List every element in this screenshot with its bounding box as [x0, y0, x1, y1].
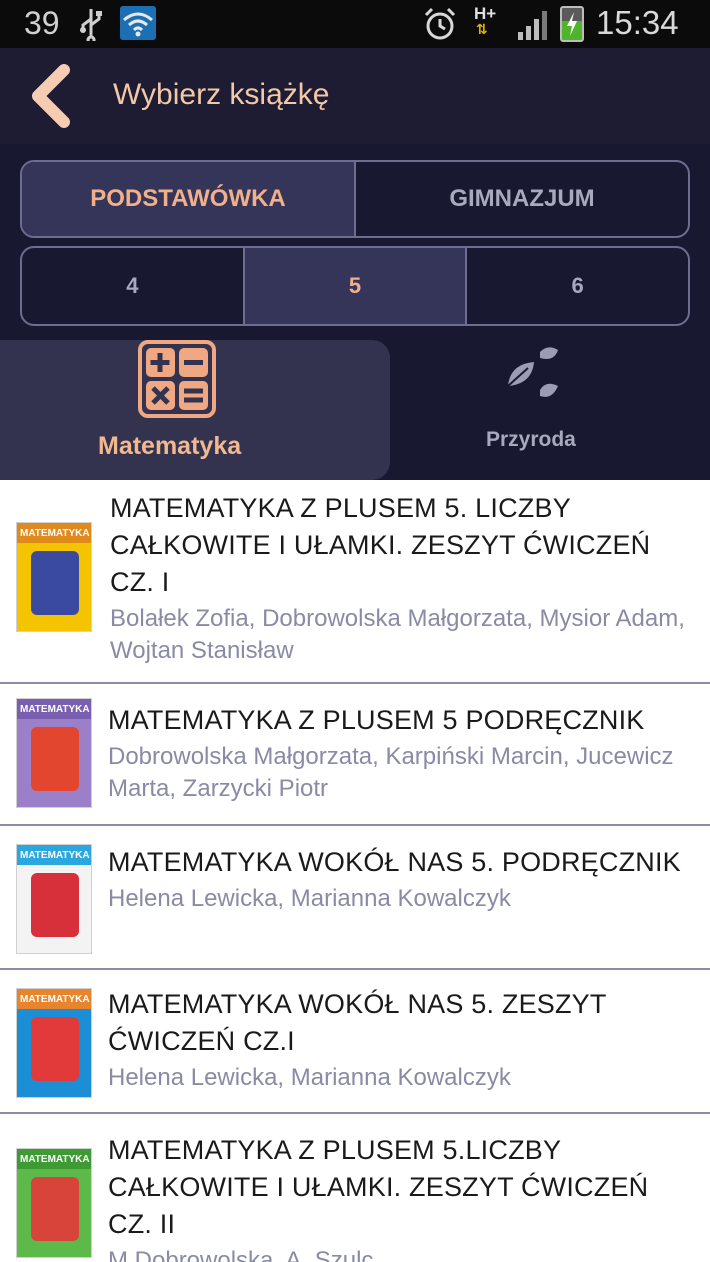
status-bar: 39 H+ ⇅ 15:34: [0, 0, 710, 48]
book-title: MATEMATYKA WOKÓŁ NAS 5. PODRĘCZNIK: [108, 847, 681, 877]
cover-label: MATEMATYKA 5: [20, 1154, 92, 1165]
book-list: MATEMATYKA 5 MATEMATYKA Z PLUSEM 5. LICZ…: [0, 480, 710, 1262]
cover-label: MATEMATYKA 5: [20, 704, 92, 715]
cover-label: MATEMATYKA: [20, 850, 90, 861]
wifi-icon: [120, 6, 156, 40]
book-cover: MATEMATYKA: [16, 844, 92, 954]
leaves-icon: [500, 346, 566, 416]
page-title: Wybierz książkę: [113, 78, 330, 111]
network-type: H+: [474, 4, 497, 23]
subject-tab-matematyka[interactable]: Matematyka: [0, 340, 390, 480]
cover-label: MATEMATYKA: [20, 994, 90, 1005]
book-cover: MATEMATYKA 5: [16, 1148, 92, 1258]
clock: 15:34: [596, 4, 679, 41]
book-authors: Helena Lewicka, Marianna Kowalczyk: [108, 885, 511, 912]
book-cover: MATEMATYKA: [16, 988, 92, 1098]
signal-icon: [516, 8, 552, 46]
calculator-icon: [138, 340, 216, 422]
subject-tab-przyroda[interactable]: Przyroda: [392, 340, 710, 470]
data-arrows-icon: ⇅: [476, 22, 488, 38]
grade-6[interactable]: 6: [467, 248, 688, 324]
list-item[interactable]: MATEMATYKA 5 MATEMATYKA Z PLUSEM 5 PODRĘ…: [0, 684, 710, 826]
cover-label: MATEMATYKA 5: [20, 528, 92, 539]
list-item[interactable]: MATEMATYKA 5 MATEMATYKA Z PLUSEM 5. LICZ…: [0, 480, 710, 684]
notification-count: 39: [24, 5, 60, 41]
chevron-left-icon: [32, 64, 70, 128]
grade-4[interactable]: 4: [22, 248, 245, 324]
school-type-gimnazjum[interactable]: GIMNAZJUM: [356, 162, 688, 236]
book-cover: MATEMATYKA 5: [16, 522, 92, 632]
back-button[interactable]: [24, 62, 84, 130]
book-title: MATEMATYKA Z PLUSEM 5.LICZBY CAŁKOWITE I…: [108, 1135, 649, 1239]
book-title: MATEMATYKA Z PLUSEM 5 PODRĘCZNIK: [108, 705, 645, 735]
list-item[interactable]: MATEMATYKA 5 MATEMATYKA Z PLUSEM 5.LICZB…: [0, 1114, 710, 1262]
book-title: MATEMATYKA Z PLUSEM 5. LICZBY CAŁKOWITE …: [110, 493, 651, 597]
grade-5[interactable]: 5: [244, 248, 468, 324]
school-type-podstawowka[interactable]: PODSTAWÓWKA: [22, 162, 356, 236]
book-authors: Helena Lewicka, Marianna Kowalczyk: [108, 1064, 511, 1091]
subject-label-matematyka: Matematyka: [98, 432, 242, 460]
grade-selector: 4 5 6: [20, 246, 690, 326]
school-type-selector: PODSTAWÓWKA GIMNAZJUM: [20, 160, 690, 238]
book-title: MATEMATYKA WOKÓŁ NAS 5. ZESZYT ĆWICZEŃ C…: [108, 989, 607, 1056]
book-authors: Bolałek Zofia, Dobrowolska Małgorzata, M…: [110, 605, 685, 664]
list-item[interactable]: MATEMATYKA MATEMATYKA WOKÓŁ NAS 5. PODRĘ…: [0, 826, 710, 970]
subject-label-przyroda: Przyroda: [486, 428, 576, 451]
alarm-icon: [422, 6, 458, 46]
app-header: Wybierz książkę: [0, 48, 710, 144]
usb-icon: [78, 7, 104, 45]
book-cover: MATEMATYKA 5: [16, 698, 92, 808]
book-authors: M.Dobrowolska, A. Szulc: [108, 1247, 374, 1262]
battery-icon: [560, 6, 584, 42]
book-authors: Dobrowolska Małgorzata, Karpiński Marcin…: [108, 743, 674, 802]
list-item[interactable]: MATEMATYKA MATEMATYKA WOKÓŁ NAS 5. ZESZY…: [0, 970, 710, 1114]
filter-panel: PODSTAWÓWKA GIMNAZJUM 4 5 6 Matematyka P…: [0, 144, 710, 480]
